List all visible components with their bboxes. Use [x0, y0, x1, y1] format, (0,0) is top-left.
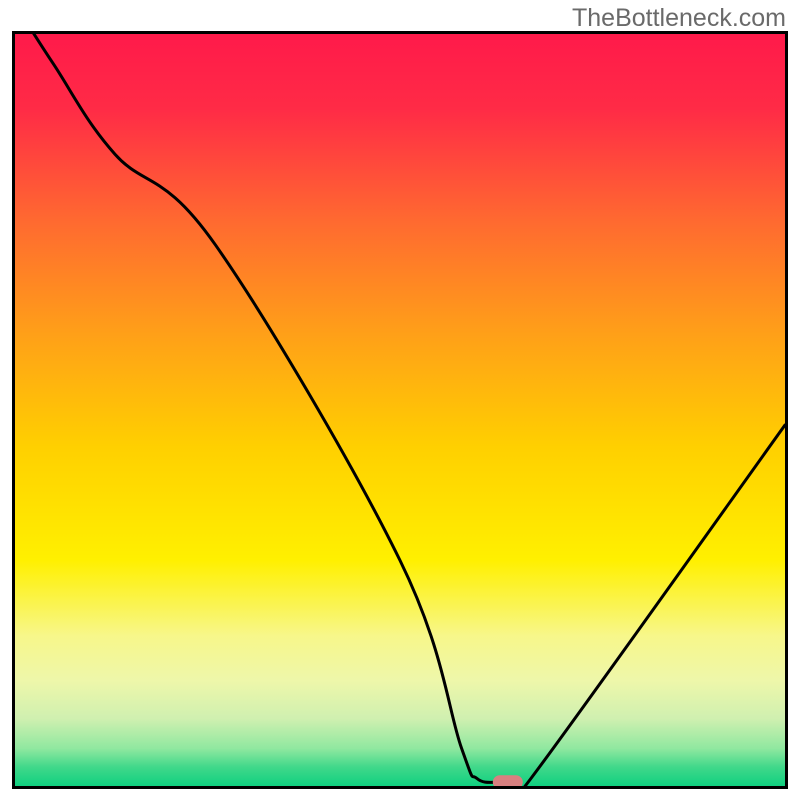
- watermark-text: TheBottleneck.com: [572, 4, 786, 33]
- optimum-marker: [493, 775, 523, 786]
- chart-frame: [12, 31, 788, 789]
- plot-area: [15, 34, 785, 786]
- bottleneck-curve: [15, 34, 785, 786]
- curve-layer: [15, 34, 785, 786]
